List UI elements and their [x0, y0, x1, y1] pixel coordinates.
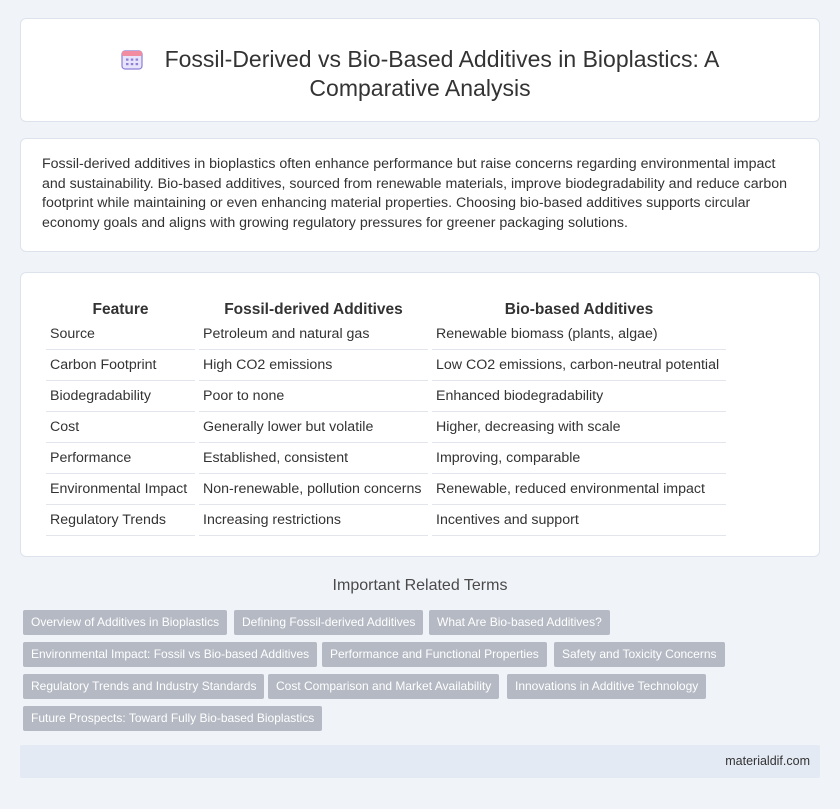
table-row: Cost Generally lower but volatile Higher… — [46, 412, 726, 443]
related-tag-safety[interactable]: Safety and Toxicity Concerns — [554, 642, 725, 667]
table-header-row: Feature Fossil-derived Additives Bio-bas… — [46, 295, 726, 319]
table-cell: Enhanced biodegradability — [432, 381, 726, 412]
table-cell: Environmental Impact — [46, 474, 195, 505]
intro-card: Fossil-derived additives in bioplastics … — [20, 138, 820, 252]
table-cell: Performance — [46, 443, 195, 474]
table-cell: Increasing restrictions — [199, 505, 428, 536]
column-header-feature: Feature — [92, 301, 149, 318]
table-row: Performance Established, consistent Impr… — [46, 443, 726, 474]
table-row: Carbon Footprint High CO2 emissions Low … — [46, 350, 726, 381]
comparison-table: Feature Fossil-derived Additives Bio-bas… — [42, 295, 730, 536]
intro-paragraph: Fossil-derived additives in bioplastics … — [42, 156, 787, 231]
related-tag-future[interactable]: Future Prospects: Toward Fully Bio-based… — [23, 706, 323, 731]
table-row: Regulatory Trends Increasing restriction… — [46, 505, 726, 536]
related-tag-environmental-impact[interactable]: Environmental Impact: Fossil vs Bio-base… — [23, 642, 318, 667]
table-cell: Incentives and support — [432, 505, 726, 536]
related-terms-heading: Important Related Terms — [332, 577, 508, 594]
table-row: Environmental Impact Non-renewable, poll… — [46, 474, 726, 505]
page-title-line-2: Comparative Analysis — [309, 75, 531, 101]
column-header-fossil: Fossil-derived Additives — [224, 301, 403, 318]
related-tag-bio-based[interactable]: What Are Bio-based Additives? — [429, 610, 610, 635]
related-tag-innovations[interactable]: Innovations in Additive Technology — [507, 674, 707, 699]
table-cell: Biodegradability — [46, 381, 195, 412]
title-text-1: Fossil-Derived vs Bio-Based Additives in… — [164, 46, 720, 72]
table-cell: Petroleum and natural gas — [199, 319, 428, 350]
header-card: Fossil-Derived vs Bio-Based Additives in… — [20, 18, 820, 122]
related-tag-cost[interactable]: Cost Comparison and Market Availability — [268, 674, 500, 699]
table-cell: Improving, comparable — [432, 443, 726, 474]
column-header-bio: Bio-based Additives — [504, 301, 654, 318]
comparison-table-card: Feature Fossil-derived Additives Bio-bas… — [20, 272, 820, 557]
footer-site-link[interactable]: materialdif.com — [725, 754, 810, 768]
table-cell: Established, consistent — [199, 443, 428, 474]
related-tag-regulatory[interactable]: Regulatory Trends and Industry Standards — [23, 674, 265, 699]
table-row: Biodegradability Poor to none Enhanced b… — [46, 381, 726, 412]
table-cell: Carbon Footprint — [46, 350, 195, 381]
table-cell: Non-renewable, pollution concerns — [199, 474, 428, 505]
calendar-icon — [120, 50, 143, 70]
table-cell: Source — [46, 319, 195, 350]
table-cell: Generally lower but volatile — [199, 412, 428, 443]
table-cell: Renewable, reduced environmental impact — [432, 474, 726, 505]
page-title-line-1: Fossil-Derived vs Bio-Based Additives in… — [21, 45, 819, 74]
table-row: Source Petroleum and natural gas Renewab… — [46, 319, 726, 350]
related-tag-overview[interactable]: Overview of Additives in Bioplastics — [23, 610, 228, 635]
page-title: Fossil-Derived vs Bio-Based Additives in… — [21, 45, 819, 103]
related-tag-performance[interactable]: Performance and Functional Properties — [322, 642, 547, 667]
table-cell: Cost — [46, 412, 195, 443]
table-cell: Regulatory Trends — [46, 505, 195, 536]
related-tag-fossil-defined[interactable]: Defining Fossil-derived Additives — [234, 610, 424, 635]
table-cell: Higher, decreasing with scale — [432, 412, 726, 443]
table-cell: Renewable biomass (plants, algae) — [432, 319, 726, 350]
table-cell: High CO2 emissions — [199, 350, 428, 381]
table-cell: Low CO2 emissions, carbon-neutral potent… — [432, 350, 726, 381]
footer-bar: materialdif.com — [20, 745, 820, 778]
table-cell: Poor to none — [199, 381, 428, 412]
